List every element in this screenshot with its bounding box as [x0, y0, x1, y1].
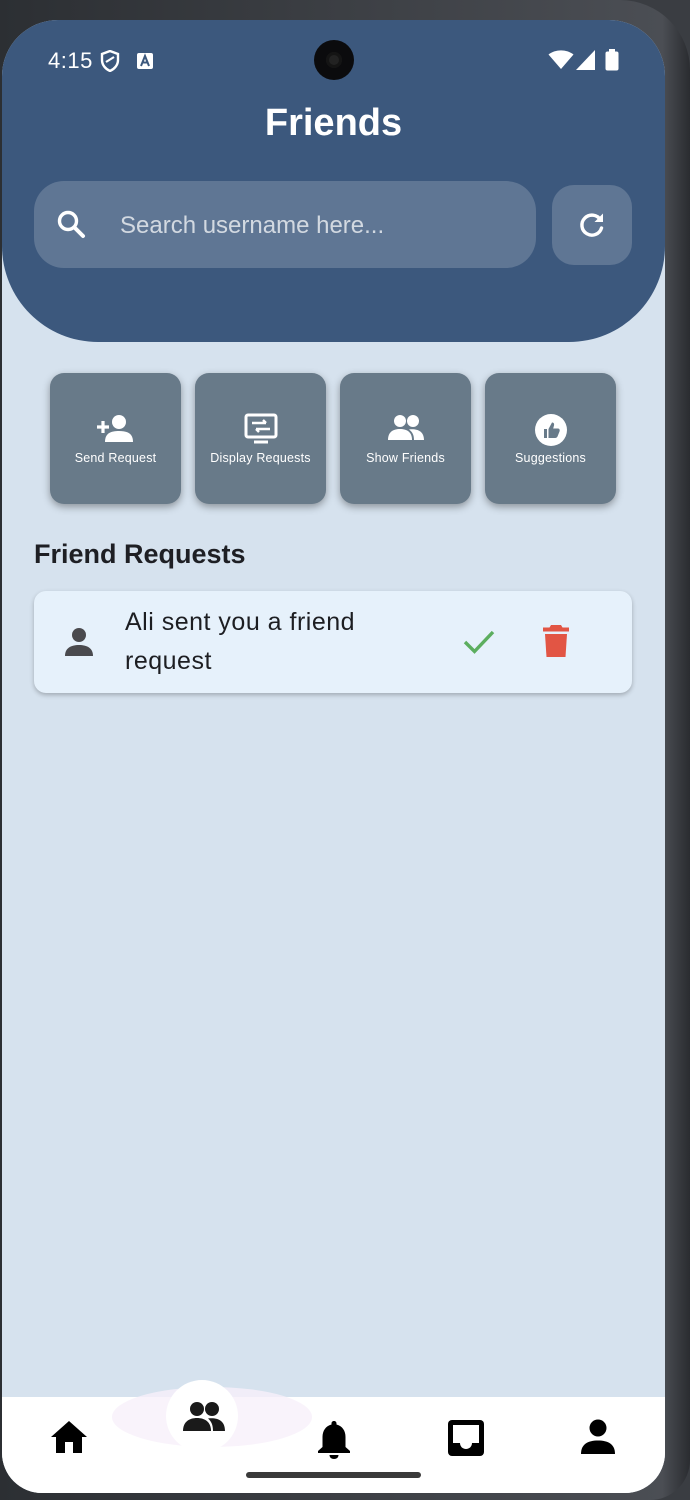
thumb-up-icon	[485, 413, 616, 449]
accept-button[interactable]	[462, 627, 496, 657]
person-icon	[64, 627, 94, 662]
signal-icon	[576, 50, 596, 75]
refresh-icon	[580, 213, 604, 237]
phone-frame: 4:15 Friends Search username here... Sen…	[0, 0, 690, 1500]
suggestions-button[interactable]: Suggestions	[485, 373, 616, 504]
request-text: Ali sent you a friend request	[125, 608, 356, 675]
display-requests-button[interactable]: Display Requests	[195, 373, 326, 504]
action-tiles: Send Request Display Requests Show Frien…	[50, 373, 620, 505]
front-camera	[314, 40, 354, 80]
suggestions-label: Suggestions	[515, 451, 586, 465]
send-request-label: Send Request	[74, 451, 157, 465]
check-icon	[463, 630, 495, 654]
display-requests-label: Display Requests	[210, 451, 311, 465]
nav-friends-button[interactable]	[166, 1380, 238, 1452]
search-box[interactable]	[34, 181, 536, 268]
friend-requests-title: Friend Requests	[34, 539, 246, 569]
battery-icon	[605, 49, 619, 76]
delete-button[interactable]	[542, 624, 570, 658]
status-time: 4:15	[48, 48, 93, 73]
person-add-icon	[50, 413, 181, 449]
send-request-button[interactable]: Send Request	[50, 373, 181, 504]
nav-home-button[interactable]	[49, 1419, 89, 1459]
bell-icon	[318, 1421, 350, 1459]
trash-icon	[543, 625, 569, 657]
nav-profile-button[interactable]	[580, 1419, 620, 1459]
a-icon	[136, 52, 154, 75]
profile-icon	[581, 1419, 615, 1454]
header: 4:15 Friends	[2, 20, 665, 342]
people-icon	[183, 1402, 225, 1431]
people-icon	[340, 413, 471, 449]
home-icon	[51, 1421, 87, 1453]
inbox-icon	[448, 1420, 484, 1456]
nav-notifications-button[interactable]	[315, 1419, 355, 1459]
app-screen: 4:15 Friends Search username here... Sen…	[2, 20, 665, 1493]
shield-icon	[100, 49, 120, 77]
show-friends-button[interactable]: Show Friends	[340, 373, 471, 504]
show-friends-label: Show Friends	[366, 451, 445, 465]
home-indicator[interactable]	[246, 1472, 421, 1478]
page-title: Friends	[264, 102, 403, 144]
search-icon	[56, 209, 86, 244]
refresh-button[interactable]	[552, 185, 632, 265]
wifi-icon	[548, 50, 574, 75]
display-requests-icon	[195, 413, 326, 449]
friend-request-card: Ali sent you a friend request	[34, 591, 632, 693]
bottom-nav	[2, 1380, 665, 1493]
search-input[interactable]	[118, 199, 522, 253]
nav-inbox-button[interactable]	[447, 1419, 487, 1459]
